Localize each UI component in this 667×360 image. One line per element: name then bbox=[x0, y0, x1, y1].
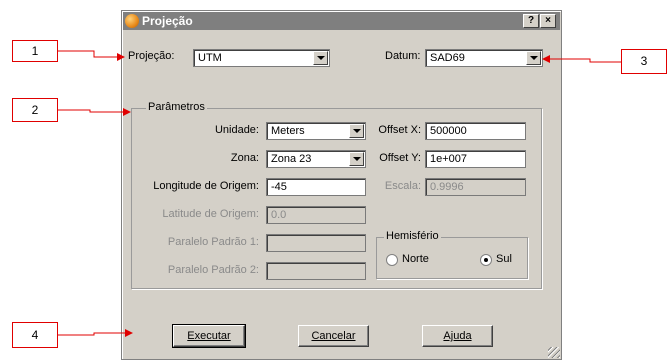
arrow-1 bbox=[58, 50, 125, 61]
unidade-label: Unidade: bbox=[214, 124, 259, 136]
close-button[interactable]: × bbox=[540, 14, 556, 28]
radio-norte[interactable] bbox=[386, 254, 398, 266]
paralelo1-input[interactable] bbox=[266, 234, 366, 252]
chevron-down-icon[interactable] bbox=[313, 51, 328, 65]
app-globe-icon bbox=[125, 14, 139, 28]
longitude-input[interactable]: -45 bbox=[266, 178, 366, 196]
offsetx-label: Offset X: bbox=[378, 124, 421, 136]
zona-label: Zona: bbox=[230, 152, 259, 164]
chevron-down-icon[interactable] bbox=[526, 51, 541, 65]
window-title: Projeção bbox=[142, 14, 193, 28]
help-button[interactable]: ? bbox=[523, 14, 539, 28]
zona-value: Zona 23 bbox=[271, 153, 312, 165]
radio-sul[interactable] bbox=[480, 254, 492, 266]
projecao-label: Projeção: bbox=[128, 50, 175, 62]
hemisferio-title: Hemisfério bbox=[384, 230, 441, 242]
latitude-label: Latitude de Origem: bbox=[162, 208, 259, 220]
escala-label: Escala: bbox=[384, 180, 421, 192]
projecao-value: UTM bbox=[198, 52, 222, 64]
paralelo1-label: Paralelo Padrão 1: bbox=[167, 236, 259, 248]
escala-input[interactable]: 0.9996 bbox=[425, 178, 526, 196]
offsety-input[interactable]: 1e+007 bbox=[425, 150, 526, 168]
callout-4: 4 bbox=[12, 322, 58, 348]
parametros-title: Parâmetros bbox=[146, 101, 207, 113]
cancelar-label: Cancelar bbox=[311, 330, 356, 342]
cancelar-button[interactable]: Cancelar bbox=[298, 325, 369, 347]
zona-select[interactable]: Zona 23 bbox=[266, 150, 366, 168]
paralelo2-label: Paralelo Padrão 2: bbox=[167, 264, 259, 276]
paralelo2-input[interactable] bbox=[266, 262, 366, 280]
datum-select[interactable]: SAD69 bbox=[425, 49, 543, 67]
resize-grip-icon[interactable] bbox=[548, 347, 560, 358]
arrow-2 bbox=[58, 108, 131, 116]
sul-label[interactable]: Sul bbox=[496, 253, 512, 265]
chevron-down-icon[interactable] bbox=[349, 124, 364, 138]
callout-2: 2 bbox=[12, 98, 58, 122]
longitude-label: Longitude de Origem: bbox=[153, 180, 259, 192]
executar-label: Executar bbox=[187, 330, 231, 342]
chevron-down-icon[interactable] bbox=[349, 152, 364, 166]
ajuda-button[interactable]: Ajuda bbox=[422, 325, 493, 347]
ajuda-label: Ajuda bbox=[443, 330, 472, 342]
unidade-value: Meters bbox=[271, 125, 305, 137]
latitude-input[interactable]: 0.0 bbox=[266, 206, 366, 224]
projecao-select[interactable]: UTM bbox=[193, 49, 330, 67]
norte-label[interactable]: Norte bbox=[402, 253, 429, 265]
title-bar: Projeção ? × bbox=[123, 12, 560, 30]
executar-button[interactable]: Executar bbox=[172, 324, 246, 348]
offsetx-input[interactable]: 500000 bbox=[425, 122, 526, 140]
offsety-label: Offset Y: bbox=[379, 152, 421, 164]
datum-value: SAD69 bbox=[430, 52, 465, 64]
callout-1: 1 bbox=[12, 40, 58, 62]
callout-3: 3 bbox=[621, 49, 667, 74]
datum-label: Datum: bbox=[385, 50, 421, 62]
unidade-select[interactable]: Meters bbox=[266, 122, 366, 140]
